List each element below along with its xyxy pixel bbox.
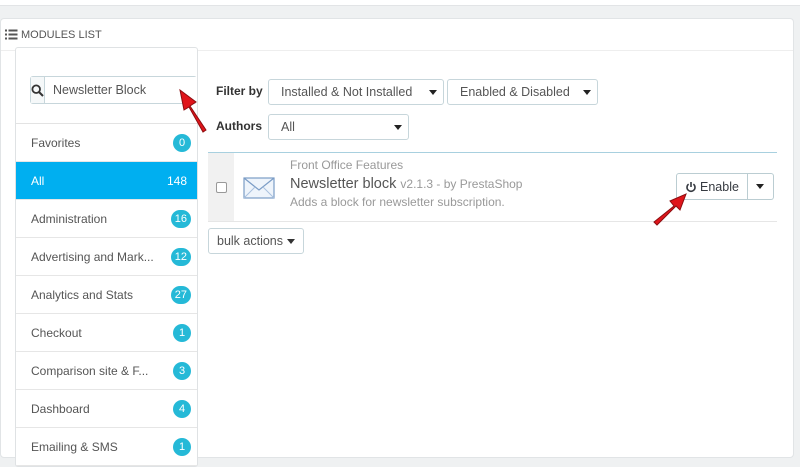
category-count-badge: 27 bbox=[170, 285, 191, 304]
category-count-badge: 1 bbox=[173, 323, 191, 342]
category-count-badge: 148 bbox=[166, 173, 187, 188]
annotation-arrow-search bbox=[179, 88, 207, 133]
chevron-down-icon bbox=[756, 184, 765, 189]
category-count-badge: 4 bbox=[173, 399, 191, 418]
annotation-arrow-enable bbox=[653, 193, 687, 226]
list-icon bbox=[5, 29, 18, 40]
search-area bbox=[16, 48, 197, 124]
category-label: Advertising and Mark... bbox=[31, 249, 154, 264]
sidebar-category-item[interactable]: Dashboard 4 bbox=[16, 390, 197, 428]
bulk-actions-button[interactable]: bulk actions bbox=[208, 228, 304, 254]
authors-value: All bbox=[281, 120, 295, 134]
category-label: Administration bbox=[31, 211, 108, 226]
enable-button-label: Enable bbox=[700, 179, 739, 194]
sidebar-category-item[interactable]: All 148 bbox=[16, 162, 197, 200]
category-count-badge: 16 bbox=[170, 209, 191, 228]
module-version: v2.1.3 - by PrestaShop bbox=[400, 177, 523, 191]
search-group bbox=[30, 76, 197, 104]
category-count-badge: 12 bbox=[170, 247, 191, 266]
module-description: Adds a block for newsletter subscription… bbox=[290, 195, 505, 209]
category-count-badge: 1 bbox=[173, 437, 191, 456]
install-filter-select[interactable]: Installed & Not Installed bbox=[268, 79, 444, 105]
sidebar-category-item[interactable]: Advertising and Mark... 12 bbox=[16, 238, 197, 276]
install-filter-value: Installed & Not Installed bbox=[281, 85, 413, 99]
category-count-badge: 3 bbox=[173, 361, 191, 380]
top-strip bbox=[0, 0, 800, 6]
category-sidebar: Favorites0 All 148 Administration 16 Advertis… bbox=[15, 47, 198, 467]
sidebar-category-item[interactable]: Comparison site & F... 3 bbox=[16, 352, 197, 390]
chevron-down-icon bbox=[429, 89, 437, 95]
sidebar-category-item[interactable]: Checkout 1 bbox=[16, 314, 197, 352]
category-label: Emailing & SMS bbox=[31, 439, 118, 454]
category-label: All bbox=[31, 173, 45, 188]
module-name-line: Newsletter block v2.1.3 - by PrestaShop bbox=[290, 176, 522, 192]
module-name: Newsletter block bbox=[290, 176, 397, 192]
envelope-icon bbox=[243, 174, 275, 202]
chevron-down-icon bbox=[583, 89, 591, 95]
category-label: Analytics and Stats bbox=[31, 287, 134, 302]
category-list: Favorites 0 All 148 Administration 16 Advertis… bbox=[16, 124, 197, 466]
category-label: Favorites bbox=[31, 135, 81, 150]
sidebar-category-item[interactable]: Administration 16 bbox=[16, 200, 197, 238]
sidebar-category-item[interactable]: Favorites 0 bbox=[16, 124, 197, 162]
category-label: Dashboard bbox=[31, 401, 90, 416]
filter-by-label: Filter by bbox=[216, 84, 263, 98]
search-icon[interactable] bbox=[31, 77, 45, 103]
category-label: Comparison site & F... bbox=[31, 363, 149, 378]
bulk-actions-label: bulk actions bbox=[217, 234, 284, 248]
enable-dropdown-toggle[interactable] bbox=[747, 173, 774, 200]
module-checkbox[interactable] bbox=[215, 181, 227, 193]
authors-label: Authors bbox=[216, 119, 262, 133]
panel-title: Modules list bbox=[21, 28, 102, 41]
sidebar-category-item[interactable]: Analytics and Stats 27 bbox=[16, 276, 197, 314]
enable-filter-value: Enabled & Disabled bbox=[460, 85, 570, 99]
enable-filter-select[interactable]: Enabled & Disabled bbox=[447, 79, 598, 105]
chevron-down-icon bbox=[394, 124, 402, 130]
module-category: Front Office Features bbox=[290, 158, 404, 172]
module-check-cell bbox=[208, 153, 234, 221]
authors-select[interactable]: All bbox=[268, 114, 409, 140]
category-label: Checkout bbox=[31, 325, 82, 340]
chevron-down-icon bbox=[287, 238, 295, 244]
sidebar-category-item[interactable]: Emailing & SMS 1 bbox=[16, 428, 197, 466]
